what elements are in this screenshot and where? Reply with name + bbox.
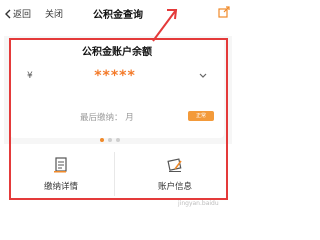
- watermark: jingyan.baidu: [178, 200, 219, 207]
- app-screen: 返回 关闭 公积金查询 公积金账户余额 ¥ ***** 最后缴纳： 月 正常 缴…: [0, 0, 236, 213]
- share-icon[interactable]: [218, 6, 230, 18]
- annotation-arrow-icon: [152, 9, 178, 42]
- top-bar: 返回 关闭 公积金查询: [0, 0, 236, 26]
- annotation-highlight-box: [9, 38, 228, 200]
- page-title: 公积金查询: [93, 10, 143, 21]
